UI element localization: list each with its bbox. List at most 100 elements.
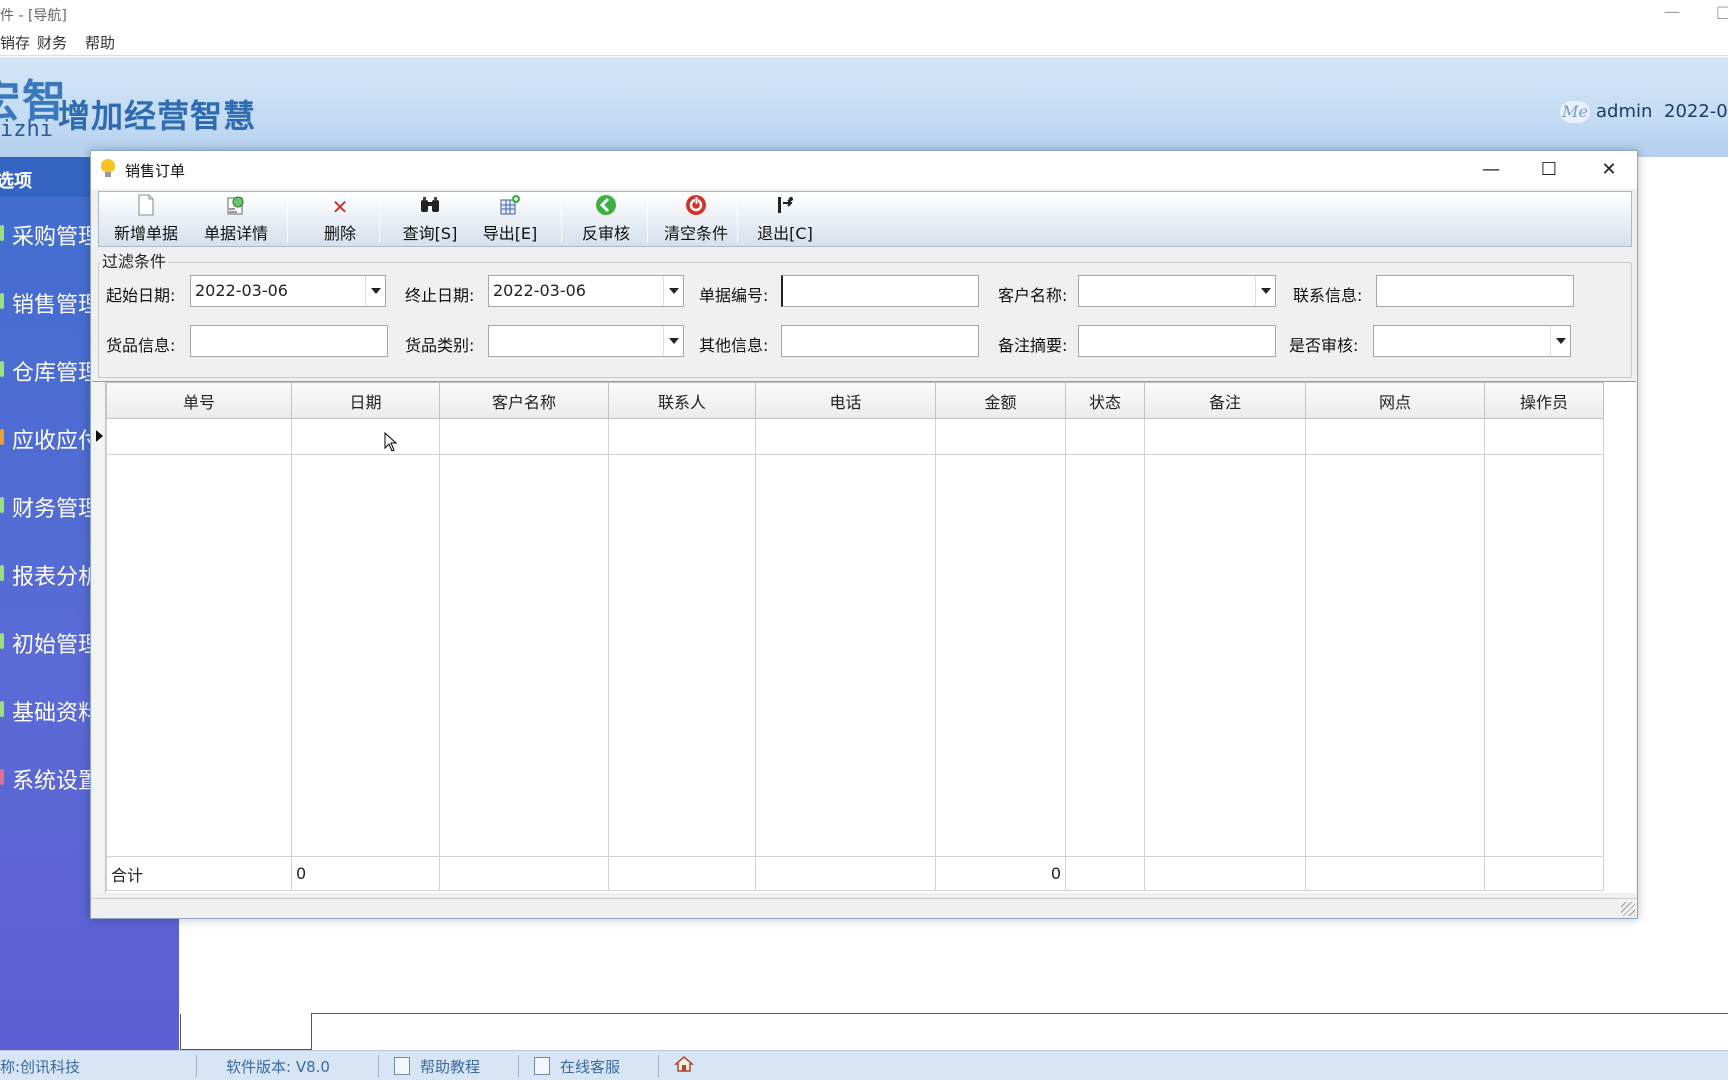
export-button[interactable]: 导出[E]: [465, 192, 555, 246]
chevron-down-icon[interactable]: [663, 276, 683, 306]
help-tutorial-label: 帮助教程: [420, 1058, 481, 1076]
table-cell[interactable]: [1065, 418, 1145, 455]
dialog-minimize-button[interactable]: —: [1471, 155, 1511, 185]
status-version: 软件版本: V8.0: [226, 1058, 330, 1076]
service-doc-icon: [534, 1057, 550, 1075]
help-tutorial-link[interactable]: 帮助教程: [394, 1056, 480, 1077]
clear-conditions-button[interactable]: 清空条件: [651, 192, 741, 246]
table-empty-area: [106, 454, 1604, 857]
start-date-value: 2022-03-06: [195, 281, 288, 300]
query-button[interactable]: 查询[S]: [385, 192, 475, 246]
user-name[interactable]: admin: [1596, 101, 1652, 122]
sidebar-item-label: 初始管理: [12, 633, 101, 658]
total-label: 合计: [106, 856, 292, 891]
sidebar-item-icon: [0, 361, 4, 377]
export-label: 导出[E]: [482, 224, 538, 243]
column-header[interactable]: 客户名称: [439, 382, 609, 419]
start-date-picker[interactable]: 2022-03-06: [190, 275, 386, 307]
new-document-button[interactable]: 新增单据: [103, 192, 189, 246]
app-menubar: 销存 财务 帮助: [0, 30, 1728, 56]
clear-conditions-label: 清空条件: [663, 224, 728, 243]
sidebar-item-label: 采购管理: [12, 225, 101, 250]
column-header[interactable]: 状态: [1065, 382, 1145, 419]
customer-select[interactable]: [1078, 275, 1276, 307]
orders-grid[interactable]: 单号 日期 客户名称 联系人 电话 金额 状态 备注 网点 操作员 合计 0 0: [92, 381, 1636, 894]
table-row[interactable]: [106, 418, 1604, 455]
unaudit-button[interactable]: 反审核: [561, 192, 651, 246]
toolbar-separator: [737, 198, 738, 242]
chevron-down-icon[interactable]: [365, 276, 385, 306]
table-cell[interactable]: [755, 418, 936, 455]
exit-button[interactable]: 退出[C]: [741, 192, 829, 246]
contact-input[interactable]: [1376, 275, 1574, 307]
help-book-icon: [394, 1057, 410, 1075]
sidebar-item-icon: [0, 293, 4, 309]
total-amount: 0: [935, 856, 1066, 891]
chevron-down-icon[interactable]: [1255, 276, 1275, 306]
table-cell[interactable]: [1144, 418, 1306, 455]
audited-select[interactable]: [1373, 325, 1571, 357]
column-header[interactable]: 备注: [1144, 382, 1306, 419]
app-titlebar: 件 - [导航] — □: [0, 0, 1728, 30]
table-cell[interactable]: [1305, 418, 1485, 455]
column-header[interactable]: 联系人: [608, 382, 756, 419]
app-minimize-button[interactable]: —: [1664, 2, 1680, 21]
table-cell: [1305, 856, 1485, 891]
delete-button[interactable]: ✕ 删除: [295, 192, 385, 246]
end-date-picker[interactable]: 2022-03-06: [488, 275, 684, 307]
table-cell: [935, 454, 1066, 857]
table-cell: [439, 454, 609, 857]
table-cell[interactable]: [1484, 418, 1604, 455]
current-row-indicator-icon: [96, 430, 103, 442]
sidebar-item-label: 应收应付: [12, 429, 101, 454]
table-cell[interactable]: [935, 418, 1066, 455]
online-service-link[interactable]: 在线客服: [534, 1056, 620, 1077]
doc-no-input[interactable]: [781, 275, 979, 307]
document-detail-label: 单据详情: [203, 224, 268, 243]
table-cell[interactable]: [291, 418, 440, 455]
sidebar-item-icon: [0, 633, 4, 649]
new-document-label: 新增单据: [113, 224, 178, 243]
column-header[interactable]: 操作员: [1484, 382, 1604, 419]
delete-label: 删除: [323, 224, 356, 243]
remark-label: 备注摘要:: [998, 336, 1068, 355]
dialog-close-button[interactable]: ✕: [1589, 155, 1629, 185]
table-cell[interactable]: [106, 418, 292, 455]
sidebar-item-icon: [0, 429, 4, 445]
app-maximize-button[interactable]: □: [1716, 2, 1728, 21]
filter-legend: 过滤条件: [100, 248, 169, 272]
status-separator: [518, 1055, 519, 1077]
home-icon[interactable]: [674, 1054, 694, 1078]
chevron-down-icon[interactable]: [663, 326, 683, 356]
bottom-tab[interactable]: [180, 1014, 312, 1050]
menu-help[interactable]: 帮助: [85, 32, 115, 53]
dialog-maximize-button[interactable]: ☐: [1529, 155, 1569, 185]
total-row: 合计 0 0: [106, 856, 1604, 891]
back-arrow-icon: [561, 194, 651, 220]
menu-finance[interactable]: 财务: [37, 32, 67, 53]
delete-icon: ✕: [331, 195, 349, 219]
table-cell: [106, 454, 292, 857]
table-cell[interactable]: [608, 418, 756, 455]
sidebar-item-label: 销售管理: [12, 293, 101, 318]
chevron-down-icon[interactable]: [1550, 326, 1570, 356]
column-header[interactable]: 电话: [755, 382, 936, 419]
table-cell: [439, 856, 609, 891]
category-select[interactable]: [488, 325, 684, 357]
table-cell[interactable]: [439, 418, 609, 455]
binoculars-icon: [385, 194, 475, 220]
column-header[interactable]: 单号: [106, 382, 292, 419]
column-header[interactable]: 日期: [291, 382, 440, 419]
other-input[interactable]: [781, 325, 979, 357]
sidebar-item-icon: [0, 769, 4, 785]
remark-input[interactable]: [1078, 325, 1276, 357]
dialog-titlebar: 销售订单 — ☐ ✕: [91, 151, 1637, 189]
column-header[interactable]: 网点: [1305, 382, 1485, 419]
clear-icon: [651, 194, 741, 220]
resize-grip-icon[interactable]: [1621, 902, 1635, 916]
menu-inventory[interactable]: 销存: [0, 32, 30, 53]
table-cell: [608, 454, 756, 857]
goods-input[interactable]: [190, 325, 388, 357]
document-detail-button[interactable]: 单据详情: [191, 192, 281, 246]
column-header[interactable]: 金额: [935, 382, 1066, 419]
